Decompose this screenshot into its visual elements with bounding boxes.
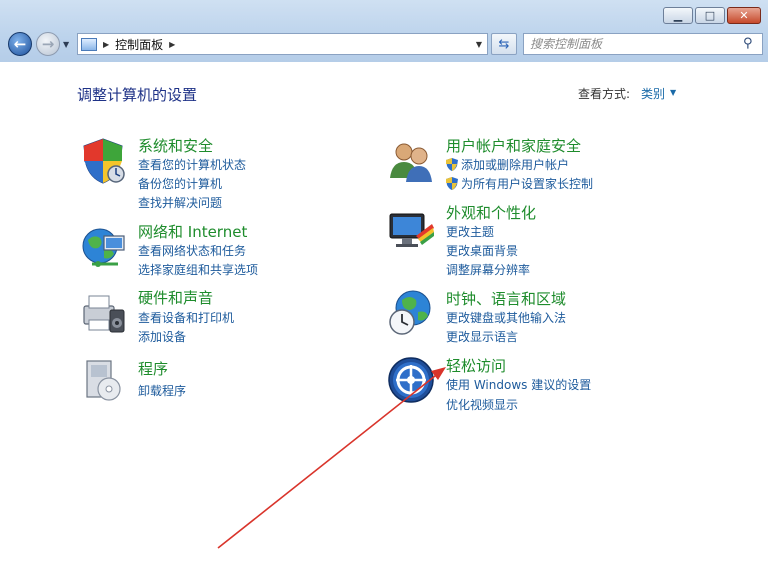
view-by-label: 查看方式: bbox=[578, 87, 631, 101]
minimize-button[interactable]: ▁ bbox=[663, 7, 693, 24]
back-button[interactable]: ← bbox=[8, 32, 32, 56]
maximize-button[interactable]: □ bbox=[695, 7, 725, 24]
category-hardware-sound[interactable]: 硬件和声音 bbox=[138, 287, 213, 308]
category-user-accounts[interactable]: 用户帐户和家庭安全 bbox=[446, 135, 581, 156]
breadcrumb-separator-icon[interactable]: ▶ bbox=[103, 40, 109, 49]
category-appearance[interactable]: 外观和个性化 bbox=[446, 202, 536, 223]
link-parental-controls-label[interactable]: 为所有用户设置家长控制 bbox=[461, 177, 593, 191]
forward-arrow-icon: → bbox=[41, 35, 55, 53]
link-backup-computer[interactable]: 备份您的计算机 bbox=[138, 175, 222, 192]
address-bar[interactable]: ▶ 控制面板 ▶ ▼ bbox=[77, 33, 488, 55]
category-programs[interactable]: 程序 bbox=[138, 358, 168, 379]
link-network-status[interactable]: 查看网络状态和任务 bbox=[138, 242, 246, 259]
control-panel-icon bbox=[81, 37, 97, 51]
breadcrumb-control-panel[interactable]: 控制面板 bbox=[115, 36, 163, 53]
forward-button[interactable]: → bbox=[36, 32, 60, 56]
category-network-internet[interactable]: 网络和 Internet bbox=[138, 221, 247, 242]
link-windows-suggested-settings[interactable]: 使用 Windows 建议的设置 bbox=[446, 376, 591, 393]
breadcrumb-separator-icon[interactable]: ▶ bbox=[169, 40, 175, 49]
back-arrow-icon: ← bbox=[13, 35, 27, 53]
window-controls: ▁ □ ✕ bbox=[663, 7, 761, 24]
programs-icon[interactable] bbox=[78, 355, 128, 405]
uac-shield-icon bbox=[446, 158, 458, 171]
view-by-chevron-icon[interactable]: ▼ bbox=[670, 88, 676, 97]
link-troubleshoot[interactable]: 查找并解决问题 bbox=[138, 194, 222, 211]
page-title: 调整计算机的设置 bbox=[77, 86, 198, 104]
link-screen-resolution[interactable]: 调整屏幕分辨率 bbox=[446, 261, 530, 278]
address-dropdown-icon[interactable]: ▼ bbox=[476, 40, 482, 49]
link-optimize-video-display[interactable]: 优化视频显示 bbox=[446, 396, 518, 413]
search-icon[interactable]: ⚲ bbox=[743, 36, 753, 51]
network-globe-icon[interactable] bbox=[78, 222, 128, 272]
uac-shield-icon bbox=[446, 177, 458, 190]
link-homegroup-sharing[interactable]: 选择家庭组和共享选项 bbox=[138, 261, 258, 278]
system-security-icon[interactable] bbox=[78, 136, 128, 186]
ease-of-access-icon[interactable] bbox=[386, 355, 436, 405]
link-check-computer-status[interactable]: 查看您的计算机状态 bbox=[138, 156, 246, 173]
category-system-security[interactable]: 系统和安全 bbox=[138, 135, 213, 156]
clock-globe-icon[interactable] bbox=[386, 288, 436, 338]
user-accounts-icon[interactable] bbox=[386, 136, 436, 186]
refresh-icon: ⇆ bbox=[498, 36, 510, 52]
printer-speaker-icon[interactable] bbox=[78, 288, 128, 338]
search-input[interactable] bbox=[523, 33, 763, 55]
link-change-input-method[interactable]: 更改键盘或其他输入法 bbox=[446, 309, 566, 326]
category-ease-of-access[interactable]: 轻松访问 bbox=[446, 355, 506, 376]
link-devices-printers[interactable]: 查看设备和打印机 bbox=[138, 309, 234, 326]
link-change-theme[interactable]: 更改主题 bbox=[446, 223, 494, 240]
refresh-button[interactable]: ⇆ bbox=[491, 33, 517, 55]
view-by-dropdown[interactable]: 类别 bbox=[641, 85, 665, 102]
link-uninstall-program[interactable]: 卸载程序 bbox=[138, 382, 186, 399]
link-parental-controls[interactable]: 为所有用户设置家长控制 bbox=[446, 175, 593, 192]
close-button[interactable]: ✕ bbox=[727, 7, 761, 24]
recent-pages-dropdown-icon[interactable]: ▼ bbox=[63, 40, 69, 49]
link-add-device[interactable]: 添加设备 bbox=[138, 328, 186, 345]
link-add-remove-accounts[interactable]: 添加或删除用户帐户 bbox=[446, 156, 569, 173]
link-add-remove-accounts-label[interactable]: 添加或删除用户帐户 bbox=[461, 158, 569, 172]
appearance-monitor-icon[interactable] bbox=[386, 206, 436, 256]
link-display-language[interactable]: 更改显示语言 bbox=[446, 328, 518, 345]
link-change-background[interactable]: 更改桌面背景 bbox=[446, 242, 518, 259]
category-clock-language-region[interactable]: 时钟、语言和区域 bbox=[446, 288, 566, 309]
